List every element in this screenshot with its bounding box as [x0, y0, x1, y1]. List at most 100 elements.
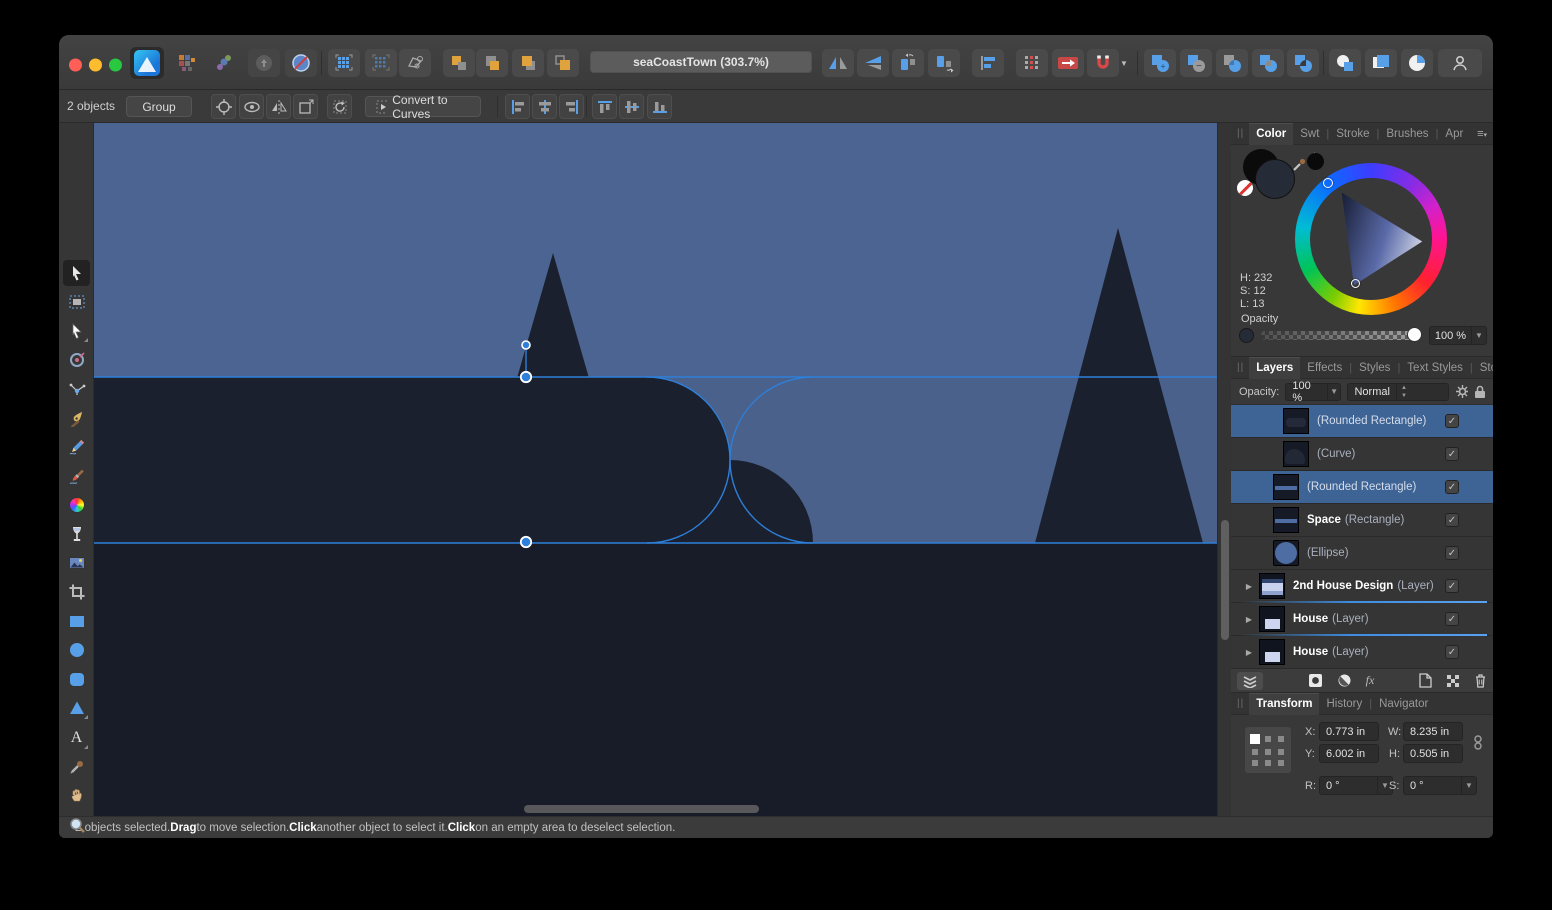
expand-arrow-icon[interactable]: ▶	[1239, 648, 1259, 657]
rectangle-tool[interactable]	[63, 608, 90, 634]
boolean-divide-button[interactable]	[1252, 49, 1284, 77]
flip-vertical-button[interactable]	[857, 49, 889, 77]
x-field[interactable]: 0.773 in	[1319, 722, 1379, 741]
fill-tool[interactable]	[63, 492, 90, 518]
show-grid-button[interactable]	[328, 49, 360, 77]
link-dimensions-icon[interactable]	[1473, 733, 1483, 756]
layer-thumbnail[interactable]	[1259, 606, 1285, 632]
boolean-subtract-button[interactable]: −	[1180, 49, 1212, 77]
layer-thumbnail[interactable]	[1273, 474, 1299, 500]
convert-to-curves-button[interactable]: Convert to Curves	[365, 96, 481, 117]
tab-text-styles[interactable]: Text Styles	[1400, 357, 1470, 379]
rotate-ccw-button[interactable]	[892, 49, 924, 77]
snapping-dropdown[interactable]: ▼	[1116, 49, 1132, 77]
account-button[interactable]	[1438, 49, 1482, 77]
layer-row[interactable]: (Curve)✓	[1231, 438, 1493, 471]
opacity-value-box[interactable]: 100 %▼	[1429, 326, 1487, 345]
expand-arrow-icon[interactable]: ▶	[1239, 582, 1259, 591]
sea-foreground[interactable]	[94, 543, 1217, 816]
pencil-tool[interactable]	[63, 434, 90, 460]
snapping-button[interactable]	[1087, 49, 1119, 77]
delete-layer-icon[interactable]	[1474, 673, 1487, 688]
transparency-tool[interactable]	[63, 521, 90, 547]
pixel-persona-button[interactable]	[248, 49, 280, 77]
ellipse-tool[interactable]	[63, 637, 90, 663]
triangle-tool[interactable]	[63, 695, 90, 721]
color-wheel[interactable]	[1295, 163, 1447, 315]
rounded-rectangle-tool[interactable]	[63, 666, 90, 692]
view-tool[interactable]	[63, 783, 90, 809]
alignment-button[interactable]	[972, 49, 1004, 77]
rotation-handle[interactable]	[522, 341, 530, 349]
shade-selector[interactable]	[1351, 279, 1360, 288]
align-center-button[interactable]	[532, 94, 557, 119]
place-image-tool[interactable]	[63, 550, 90, 576]
shear-field[interactable]: 0 °▼	[1403, 776, 1477, 795]
zoom-window-button[interactable]	[109, 58, 122, 71]
layer-row[interactable]: (Rounded Rectangle)✓	[1231, 405, 1493, 438]
layer-row[interactable]: ▶House(Layer)✓	[1231, 603, 1493, 636]
opacity-slider-knob[interactable]	[1407, 327, 1422, 342]
artboard-tool[interactable]	[63, 289, 90, 315]
layer-stack-button[interactable]	[1237, 672, 1263, 690]
blend-mode-select[interactable]: Normal▲▼	[1347, 383, 1448, 401]
hue-selector[interactable]	[1323, 178, 1333, 188]
pen-tool[interactable]	[63, 405, 90, 431]
point-transform-tool[interactable]	[63, 347, 90, 373]
layer-thumbnail[interactable]	[1273, 507, 1299, 533]
insert-behind-button[interactable]	[1329, 49, 1361, 77]
rotate-cw-button[interactable]	[928, 49, 960, 77]
insert-on-top-button[interactable]	[1401, 49, 1433, 77]
tab-navigator[interactable]: Navigator	[1372, 693, 1435, 715]
order-front-button[interactable]	[547, 49, 579, 77]
bottom-center-handle[interactable]	[521, 537, 531, 547]
opacity-slider[interactable]	[1261, 331, 1417, 340]
move-tool[interactable]	[63, 260, 90, 286]
align-top-button[interactable]	[592, 94, 617, 119]
tab-layers[interactable]: Layers	[1249, 357, 1300, 379]
tab-effects[interactable]: Effects	[1300, 357, 1349, 379]
flip-horizontal-button[interactable]	[822, 49, 854, 77]
horizontal-scrollbar[interactable]	[524, 805, 759, 813]
tab-swatches[interactable]: Swt	[1293, 123, 1326, 145]
layer-row[interactable]: (Ellipse)✓	[1231, 537, 1493, 570]
canvas[interactable]	[94, 123, 1217, 816]
lock-icon[interactable]	[1474, 385, 1485, 399]
expand-arrow-icon[interactable]: ▶	[1239, 615, 1259, 624]
plane-editing-button[interactable]	[399, 49, 431, 77]
rotation-center-button[interactable]	[211, 94, 236, 119]
grid-options-button[interactable]	[1016, 49, 1048, 77]
tab-stroke[interactable]: Stroke	[1329, 123, 1376, 145]
layer-thumbnail[interactable]	[1259, 573, 1285, 599]
color-eyedropper-icon[interactable]	[1291, 155, 1309, 176]
blend-options-gear-icon[interactable]	[1455, 384, 1469, 399]
w-field[interactable]: 8.235 in	[1403, 722, 1463, 741]
adjustment-layer-icon[interactable]	[1337, 673, 1352, 688]
vector-crop-tool[interactable]	[63, 579, 90, 605]
boolean-add-button[interactable]: +	[1144, 49, 1176, 77]
order-back-button[interactable]	[443, 49, 475, 77]
layer-visibility-checkbox[interactable]: ✓	[1445, 414, 1459, 428]
layer-effects-icon[interactable]: fx	[1366, 673, 1375, 688]
layer-row[interactable]: Space(Rectangle)✓	[1231, 504, 1493, 537]
layer-visibility-checkbox[interactable]: ✓	[1445, 480, 1459, 494]
tab-appearance[interactable]: Apr	[1438, 123, 1470, 145]
y-field[interactable]: 6.002 in	[1319, 744, 1379, 763]
layer-visibility-checkbox[interactable]: ✓	[1445, 612, 1459, 626]
layer-row[interactable]: ▶2nd House Design(Layer)✓	[1231, 570, 1493, 603]
vertical-scrollbar[interactable]	[1221, 520, 1229, 640]
layer-row[interactable]: (Rounded Rectangle)✓	[1231, 471, 1493, 504]
layer-thumbnail[interactable]	[1283, 408, 1309, 434]
align-middle-button[interactable]	[619, 94, 644, 119]
new-pixel-layer-icon[interactable]	[1446, 674, 1460, 688]
color-picker-tool[interactable]	[63, 754, 90, 780]
pixel-grid-button[interactable]	[365, 49, 397, 77]
layer-thumbnail[interactable]	[1259, 639, 1285, 665]
node-tool[interactable]	[63, 318, 90, 344]
picked-color-swatch[interactable]	[1307, 153, 1324, 170]
order-forward-button[interactable]	[512, 49, 544, 77]
hide-selection-button[interactable]	[239, 94, 264, 119]
anchor-point-selector[interactable]	[1245, 727, 1291, 773]
transform-bounds-button[interactable]	[293, 94, 318, 119]
layer-row[interactable]: ▶House(Layer)✓	[1231, 636, 1493, 669]
